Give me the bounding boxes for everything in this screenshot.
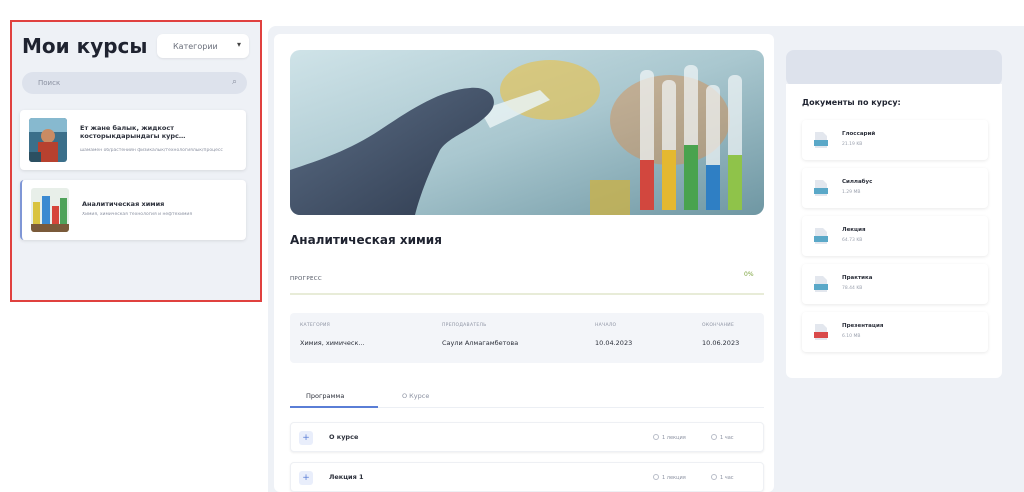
course-card-active[interactable]: Аналитическая химия Химия, химическая те… [20,180,246,240]
info-category-value: Химия, химическ... [300,339,365,347]
course-card[interactable]: Ет жане балык, жидкост косторыкдарындагы… [20,110,246,170]
course-thumbnail [31,188,69,232]
progress-bar [290,293,764,295]
clock-icon [711,474,717,480]
module-duration-text: 1 час [720,435,734,441]
category-select-label: Категории [173,41,218,51]
active-tab-indicator [290,406,378,408]
info-start-label: НАЧАЛО [595,323,617,328]
document-size: 78.44 KB [842,286,863,291]
tab-program[interactable]: Программа [306,392,344,400]
info-start: НАЧАЛО 10.04.2023 [595,323,632,347]
lecture-icon [653,434,659,440]
module-lectures: 1 лекция [653,474,686,481]
document-name: Презентация [842,323,884,329]
course-title: Ет жане балык, жидкост косторыкдарындагы… [80,124,186,140]
file-icon [814,228,828,244]
documents-header [786,50,1002,86]
document-size: 6.10 MB [842,334,861,339]
info-teacher: ПРЕПОДАВАТЕЛЬ Саули Алмагамбетова [442,323,518,347]
course-hero-image [290,50,764,215]
course-title-heading: Аналитическая химия [290,233,442,247]
pdf-file-icon [814,324,828,340]
info-end-value: 10.06.2023 [702,339,740,347]
module-duration: 1 час [711,434,734,441]
info-category: КАТЕГОРИЯ Химия, химическ... [300,323,365,347]
file-icon [814,132,828,148]
course-subtitle: шамамен об/растенийн физикалык/технологи… [80,148,223,153]
document-size: 1.29 MB [842,190,861,195]
document-item[interactable]: Силлабус 1.29 MB [802,168,988,208]
lecture-icon [653,474,659,480]
document-item[interactable]: Презентация 6.10 MB [802,312,988,352]
document-name: Лекция [842,227,866,233]
progress-value: 0% [744,271,754,278]
module-lectures-text: 1 лекция [662,435,686,441]
module-row[interactable]: + О курсе 1 лекция 1 час [290,422,764,452]
course-title: Аналитическая химия [82,200,165,208]
search-icon: ⌕ [231,77,237,87]
document-item[interactable]: Практика 78.44 KB [802,264,988,304]
my-courses-panel: Мои курсы Категории ▾ Поиск ⌕ Ет жане ба… [10,20,262,302]
category-select[interactable]: Категории ▾ [157,34,249,58]
module-lectures-text: 1 лекция [662,475,686,481]
progress-label: ПРОГРЕСС [290,276,323,282]
document-name: Глоссарий [842,131,876,137]
file-icon [814,180,828,196]
info-end-label: ОКОНЧАНИЕ [702,323,735,328]
module-title: О курсе [329,433,359,441]
documents-title: Документы по курсу: [802,98,901,107]
document-item[interactable]: Глоссарий 21.19 KB [802,120,988,160]
course-info-box: КАТЕГОРИЯ Химия, химическ... ПРЕПОДАВАТЕ… [290,313,764,363]
document-size: 21.19 KB [842,142,863,147]
clock-icon [711,434,717,440]
tab-about-course[interactable]: О Курсе [402,392,429,400]
document-name: Практика [842,275,873,281]
expand-plus-icon[interactable]: + [299,471,313,485]
search-placeholder: Поиск [38,79,61,87]
module-title: Лекция 1 [329,473,364,481]
search-input[interactable]: Поиск ⌕ [22,72,247,94]
document-name: Силлабус [842,179,873,185]
module-duration-text: 1 час [720,475,734,481]
document-item[interactable]: Лекция 64.73 KB [802,216,988,256]
info-teacher-value: Саули Алмагамбетова [442,339,519,347]
module-lectures: 1 лекция [653,434,686,441]
info-teacher-label: ПРЕПОДАВАТЕЛЬ [442,323,487,328]
document-size: 64.73 KB [842,238,863,243]
module-row[interactable]: + Лекция 1 1 лекция 1 час [290,462,764,492]
info-start-value: 10.04.2023 [595,339,633,347]
file-icon [814,276,828,292]
expand-plus-icon[interactable]: + [299,431,313,445]
course-subtitle: Химия, химическая технология и нефтехими… [82,212,193,217]
info-category-label: КАТЕГОРИЯ [300,323,331,328]
my-courses-title: Мои курсы [22,34,148,58]
chevron-down-icon: ▾ [236,40,241,49]
info-end: ОКОНЧАНИЕ 10.06.2023 [702,323,739,347]
course-thumbnail [29,118,67,162]
module-duration: 1 час [711,474,734,481]
